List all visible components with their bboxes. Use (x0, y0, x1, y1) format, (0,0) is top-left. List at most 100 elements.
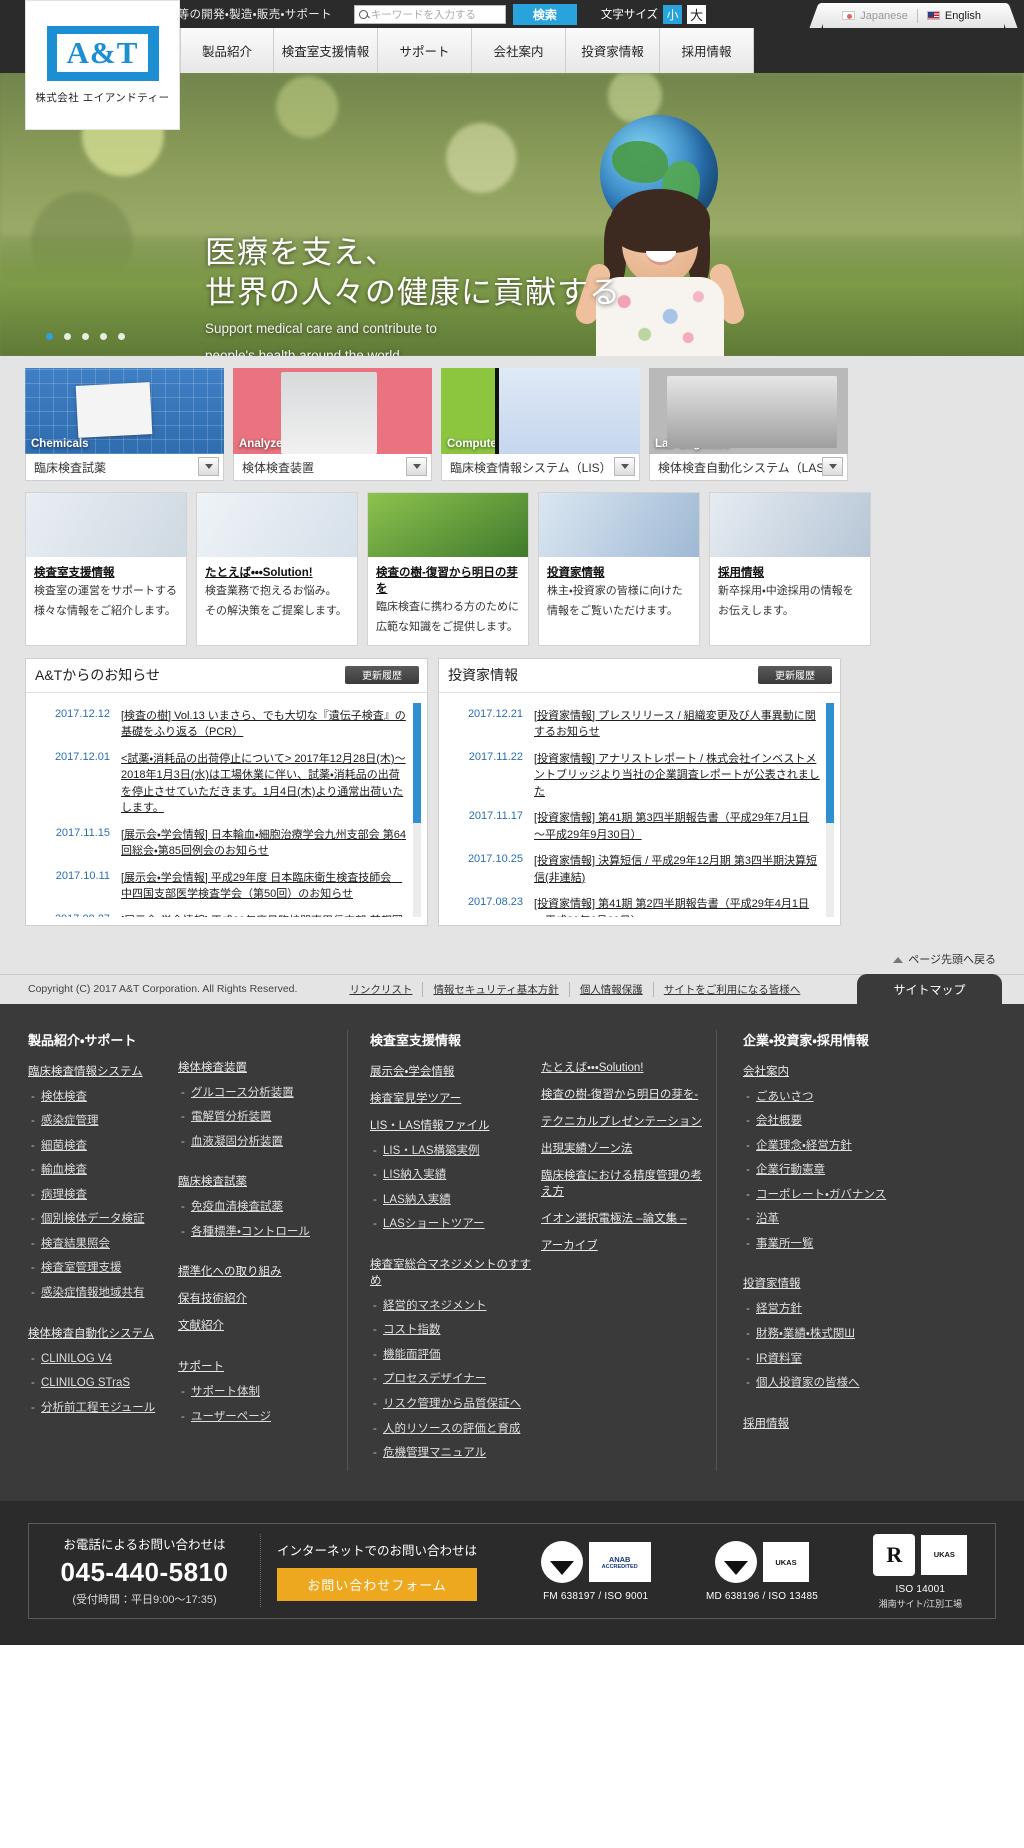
footer-item[interactable]: LIS・LAS構築実例 (373, 1144, 541, 1160)
footer-item[interactable]: 事業所一覧 (746, 1237, 991, 1253)
news-item[interactable]: 2017.11.22 [投資家情報] アナリストレポート / 株式会社インベスト… (447, 746, 822, 806)
footer-item[interactable]: 人的リソースの評価と育成 (373, 1422, 541, 1438)
footer-item[interactable]: 企業理念・経営方針 (746, 1139, 991, 1155)
hero-dot-5[interactable] (118, 333, 125, 340)
footer-section-solution[interactable]: たとえば・・・Solution! (541, 1059, 712, 1075)
news-link[interactable]: [展示会・学会情報] 平成29年度 日本臨床衛生検査技師会 中四国支部医学検査学… (121, 870, 407, 903)
footer-item[interactable]: ごあいさつ (746, 1090, 991, 1106)
nav-item-support[interactable]: サポート (378, 28, 472, 73)
category-label-chemicals[interactable]: 臨床検査試薬 (25, 454, 224, 481)
footer-item[interactable]: 財務・業績・株式関Ш (746, 1327, 991, 1343)
hero-dot-3[interactable] (82, 333, 89, 340)
footer-item[interactable]: 検査室管理支援 (31, 1261, 178, 1277)
footer-item[interactable]: 細菌検査 (31, 1139, 178, 1155)
footer-item[interactable]: 経営方針 (746, 1302, 991, 1318)
footer-item[interactable]: 血液凝固分析装置 (181, 1135, 328, 1151)
footer-item[interactable]: リスク管理から品質保証へ (373, 1397, 541, 1413)
link-privacy[interactable]: 個人情報保護 (570, 981, 654, 997)
footer-item[interactable]: LAS納入実績 (373, 1193, 541, 1209)
update-history-button[interactable]: 更新履歴 (345, 665, 419, 684)
footer-section-company[interactable]: 会社案内 (743, 1063, 991, 1079)
news-item[interactable]: 2017.12.12 [検査の樹] Vol.13 いまさら、でも大切な『遺伝子検… (34, 703, 409, 746)
footer-item[interactable]: 企業行動憲章 (746, 1163, 991, 1179)
footer-section-support[interactable]: サポート (178, 1358, 328, 1374)
update-history-button[interactable]: 更新履歴 (758, 665, 832, 684)
footer-item[interactable]: 経営的マネジメント (373, 1299, 541, 1315)
footer-item[interactable]: 感染症情報地域共有 (31, 1286, 178, 1302)
footer-item[interactable]: 病理検査 (31, 1188, 178, 1204)
footer-item[interactable]: 機能面評価 (373, 1348, 541, 1364)
nav-item-recruit[interactable]: 採用情報 (660, 28, 754, 73)
footer-section-exhibitions[interactable]: 展示会・学会情報 (370, 1063, 541, 1079)
feature-card-inspection-tree[interactable]: 検査の樹-復習から明日の芽を 臨床検査に携わる方のために 広範な知識をご提供しま… (367, 492, 529, 646)
hero-dot-1[interactable] (46, 333, 53, 340)
footer-section-literature[interactable]: 文献紹介 (178, 1317, 328, 1333)
chevron-down-icon[interactable] (198, 457, 219, 476)
category-label-analyzers[interactable]: 検体検査装置 (233, 454, 432, 481)
hero-dot-2[interactable] (64, 333, 71, 340)
footer-section-lis[interactable]: 臨床検査情報システム (28, 1063, 178, 1079)
footer-section-technical-presentation[interactable]: テクニカルプレゼンテーション (541, 1113, 712, 1129)
news-link[interactable]: [展示会・学会情報] 平成29年度日臨技関東甲信支部・首都圏支部医学検査学会（第… (121, 913, 407, 917)
footer-item[interactable]: 検査結果照会 (31, 1237, 178, 1253)
footer-item[interactable]: 会社概要 (746, 1114, 991, 1130)
link-security-policy[interactable]: 情報セキュリティ基本方針 (423, 981, 570, 997)
chevron-down-icon[interactable] (406, 457, 427, 476)
news-link[interactable]: [投資家情報] 第41期 第2四半期報告書（平成29年4月1日～平成29年6月3… (534, 896, 820, 917)
footer-section-investors[interactable]: 投資家情報 (743, 1275, 991, 1291)
search-input[interactable]: キーワードを入力する (353, 4, 506, 24)
news-item[interactable]: 2017.08.23 [投資家情報] 第41期 第2四半期報告書（平成29年4月… (447, 891, 822, 917)
page-top-link[interactable]: ページ先頭へ戻る (893, 951, 996, 967)
chevron-down-icon[interactable] (822, 457, 843, 476)
hero-dot-4[interactable] (100, 333, 107, 340)
news-link[interactable]: [展示会・学会情報] 日本輸血・細胞治療学会九州支部会 第64回総会・第85回例… (121, 827, 407, 860)
news-scrollbar-thumb[interactable] (413, 702, 421, 823)
footer-item[interactable]: LIS納入実績 (373, 1168, 541, 1184)
footer-item[interactable]: CLINILOG STraS (31, 1376, 178, 1392)
footer-section-quality-control[interactable]: 臨床検査における精度管理の考え方 (541, 1167, 712, 1199)
footer-item[interactable]: 検体検査 (31, 1090, 178, 1106)
feature-card-recruit[interactable]: 採用情報 新卒採用・中途採用の情報を お伝えします。 (709, 492, 871, 646)
chevron-down-icon[interactable] (614, 457, 635, 476)
footer-item[interactable]: ユーザーページ (181, 1410, 328, 1426)
footer-item[interactable]: 個別検体データ検証 (31, 1212, 178, 1228)
nav-item-products[interactable]: 製品紹介 (180, 28, 274, 73)
news-link[interactable]: [投資家情報] 第41期 第3四半期報告書（平成29年7月1日～平成29年9月3… (534, 810, 820, 843)
footer-item[interactable]: 免疫血清検査試薬 (181, 1200, 328, 1216)
footer-section-archive[interactable]: アーカイブ (541, 1237, 712, 1253)
footer-item[interactable]: 感染症管理 (31, 1114, 178, 1130)
language-english[interactable]: English (918, 10, 990, 22)
font-size-small-button[interactable]: 小 (663, 4, 683, 24)
news-item[interactable]: 2017.10.11 [展示会・学会情報] 平成29年度 日本臨床衛生検査技師会… (34, 865, 409, 908)
footer-section-technology[interactable]: 保有技術紹介 (178, 1290, 328, 1306)
footer-item[interactable]: 分析前工程モジュール (31, 1401, 178, 1417)
footer-section-analyzers[interactable]: 検体検査装置 (178, 1059, 328, 1075)
nav-item-company[interactable]: 会社案内 (472, 28, 566, 73)
footer-item[interactable]: 危機管理マニュアル (373, 1446, 541, 1462)
news-link[interactable]: [投資家情報] 決算短信 / 平成29年12月期 第3四半期決算短信(非連結) (534, 853, 820, 886)
footer-section-lab-tour[interactable]: 検査室見学ツアー (370, 1090, 541, 1106)
link-link-list[interactable]: リンクリスト (339, 981, 424, 997)
footer-item[interactable]: グルコース分析装置 (181, 1086, 328, 1102)
feature-card-solution[interactable]: たとえば・・・Solution! 検査業務で抱えるお悩み。 その解決策をご提案し… (196, 492, 358, 646)
feature-card-investors[interactable]: 投資家情報 株主・投資家の皆様に向けた 情報をご覧いただけます。 (538, 492, 700, 646)
nav-item-lab-support[interactable]: 検査室支援情報 (274, 28, 378, 73)
footer-item[interactable]: 輸血検査 (31, 1163, 178, 1179)
footer-item[interactable]: 電解質分析装置 (181, 1110, 328, 1126)
category-label-lab-logistics[interactable]: 検体検査自動化システム（LAS） (649, 454, 848, 481)
news-scrollbar[interactable] (413, 702, 421, 917)
footer-item[interactable]: コスト指数 (373, 1323, 541, 1339)
footer-item[interactable]: 各種標準・コントロール (181, 1225, 328, 1241)
contact-form-button[interactable]: お問い合わせフォーム (277, 1568, 477, 1602)
news-item[interactable]: 2017.10.25 [投資家情報] 決算短信 / 平成29年12月期 第3四半… (447, 848, 822, 891)
sitemap-tab[interactable]: サイトマップ (857, 973, 1002, 1005)
footer-item[interactable]: コーポレート・ガバナンス (746, 1188, 991, 1204)
footer-item[interactable]: 個人投資家の皆様へ (746, 1376, 991, 1392)
news-link[interactable]: <試薬・消耗品の出荷停止について> 2017年12月28日(木)～2018年1月… (121, 751, 407, 817)
footer-section-ion-electrode[interactable]: イオン選択電極法 –論文集 – (541, 1210, 712, 1226)
footer-section-standardization[interactable]: 標準化への取り組み (178, 1263, 328, 1279)
category-label-computers[interactable]: 臨床検査情報システム（LIS） (441, 454, 640, 481)
nav-item-investors[interactable]: 投資家情報 (566, 28, 660, 73)
news-link[interactable]: [投資家情報] プレスリリース / 組織変更及び人事異動に関するお知らせ (534, 708, 820, 741)
language-japanese[interactable]: Japanese (833, 10, 917, 22)
